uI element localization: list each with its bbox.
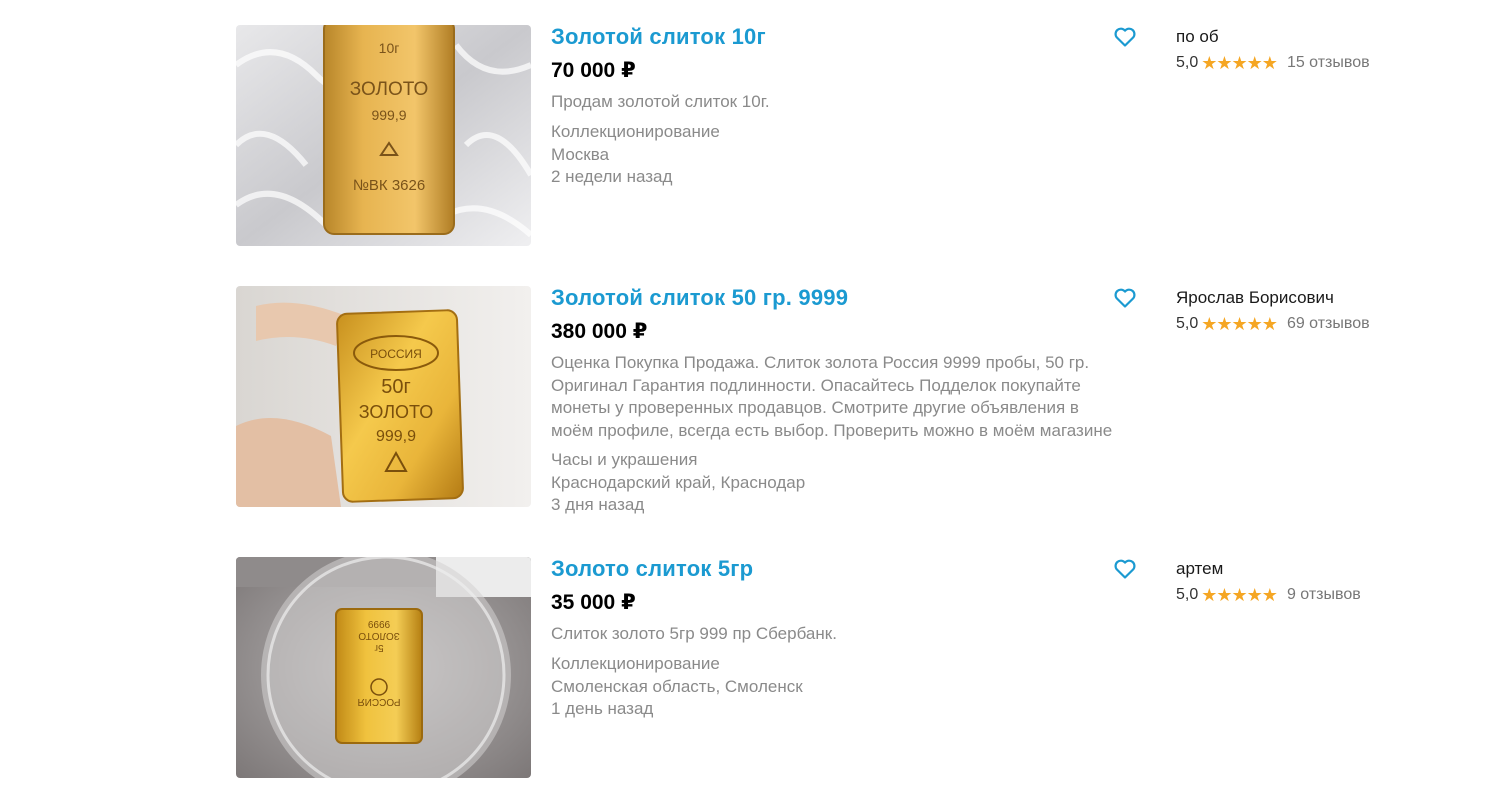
favorite-button[interactable] [1113,557,1137,581]
seller-name[interactable]: Ярослав Борисович [1176,288,1370,308]
listing-description: Оценка Покупка Продажа. Слиток золота Ро… [551,353,1113,440]
seller-name[interactable]: по об [1176,27,1370,47]
listing-card[interactable]: 10г ЗОЛОТО 999,9 №ВК 3626 Золотой слиток… [236,24,1396,246]
seller-rating: 5,0 ★★★★★ 69 отзывов [1176,315,1370,333]
seller-rating: 5,0 ★★★★★ 15 отзывов [1176,54,1370,72]
seller-info[interactable]: Ярослав Борисович 5,0 ★★★★★ 69 отзывов [1176,288,1370,333]
bar-mark: ЗОЛОТО [350,79,429,100]
listing-meta: Часы и украшения Краснодарский край, Кра… [551,449,805,517]
listing-date: 3 дня назад [551,495,645,515]
listing-price: 380 000 ₽ [551,320,648,343]
listing-location: Краснодарский край, Краснодар [551,472,806,492]
listing-description: Продам золотой слиток 10г. [551,92,770,111]
listing-location: Москва [551,144,610,164]
bar-mark: 999,9 [376,428,416,445]
listing-title[interactable]: Золотой слиток 10г [551,24,766,50]
listing-title[interactable]: Золото слиток 5гр [551,556,753,582]
bar-mark: 5г [374,642,384,653]
bar-mark: 50г [381,376,411,398]
listing-price: 35 000 ₽ [551,591,636,614]
listing-category: Коллекционирование [551,122,720,141]
heart-outline-icon [1114,288,1136,308]
listing-category: Коллекционирование [551,654,720,673]
bar-mark: №ВК 3626 [353,177,425,194]
seller-info[interactable]: артем 5,0 ★★★★★ 9 отзывов [1176,559,1361,604]
bar-mark: РОССИЯ [370,347,422,361]
rating-value: 5,0 [1176,54,1199,71]
heart-outline-icon [1114,559,1136,579]
seller-name[interactable]: артем [1176,559,1361,579]
listing-date: 1 день назад [551,699,654,719]
bar-mark: 9999 [367,618,390,629]
bar-mark: РОССИЯ [357,696,400,707]
listing-date: 2 недели назад [551,167,673,187]
listing-photo[interactable]: 10г ЗОЛОТО 999,9 №ВК 3626 [236,25,531,246]
heart-outline-icon [1114,27,1136,47]
bar-mark: ЗОЛОТО [359,402,433,422]
listing-location: Смоленская область, Смоленск [551,676,803,696]
reviews-link[interactable]: 69 отзывов [1287,315,1370,333]
listing-photo[interactable]: 5г ЗОЛОТО 9999 РОССИЯ [236,557,531,778]
reviews-link[interactable]: 9 отзывов [1287,586,1361,604]
listing-price: 70 000 ₽ [551,59,636,82]
listing-card[interactable]: РОССИЯ 50г ЗОЛОТО 999,9 Золотой слиток 5… [236,285,1396,514]
rating-value: 5,0 [1176,586,1199,603]
listing-card[interactable]: 5г ЗОЛОТО 9999 РОССИЯ Золото слиток 5гр … [236,556,1396,778]
bar-mark: ЗОЛОТО [358,630,400,641]
favorite-button[interactable] [1113,25,1137,49]
listing-description: Слиток золото 5гр 999 пр Сбербанк. [551,624,837,643]
gold-bar-photo: 5г ЗОЛОТО 9999 РОССИЯ [236,557,531,778]
bar-mark: 10г [379,40,400,56]
listing-meta: Коллекционирование Смоленская область, С… [551,653,803,721]
listing-meta: Коллекционирование Москва 2 недели назад [551,121,720,189]
bar-mark: 999,9 [371,107,406,123]
favorite-button[interactable] [1113,286,1137,310]
listing-category: Часы и украшения [551,450,698,469]
gold-bar-photo: РОССИЯ 50г ЗОЛОТО 999,9 [236,286,531,507]
seller-rating: 5,0 ★★★★★ 9 отзывов [1176,586,1361,604]
gold-bar-photo: 10г ЗОЛОТО 999,9 №ВК 3626 [236,25,531,246]
reviews-link[interactable]: 15 отзывов [1287,54,1370,72]
rating-stars-icon: ★★★★★ [1201,53,1278,73]
seller-info[interactable]: по об 5,0 ★★★★★ 15 отзывов [1176,27,1370,72]
rating-value: 5,0 [1176,315,1199,332]
rating-stars-icon: ★★★★★ [1201,585,1278,605]
rating-stars-icon: ★★★★★ [1201,314,1278,334]
listing-photo[interactable]: РОССИЯ 50г ЗОЛОТО 999,9 [236,286,531,507]
listing-title[interactable]: Золотой слиток 50 гр. 9999 [551,285,848,311]
